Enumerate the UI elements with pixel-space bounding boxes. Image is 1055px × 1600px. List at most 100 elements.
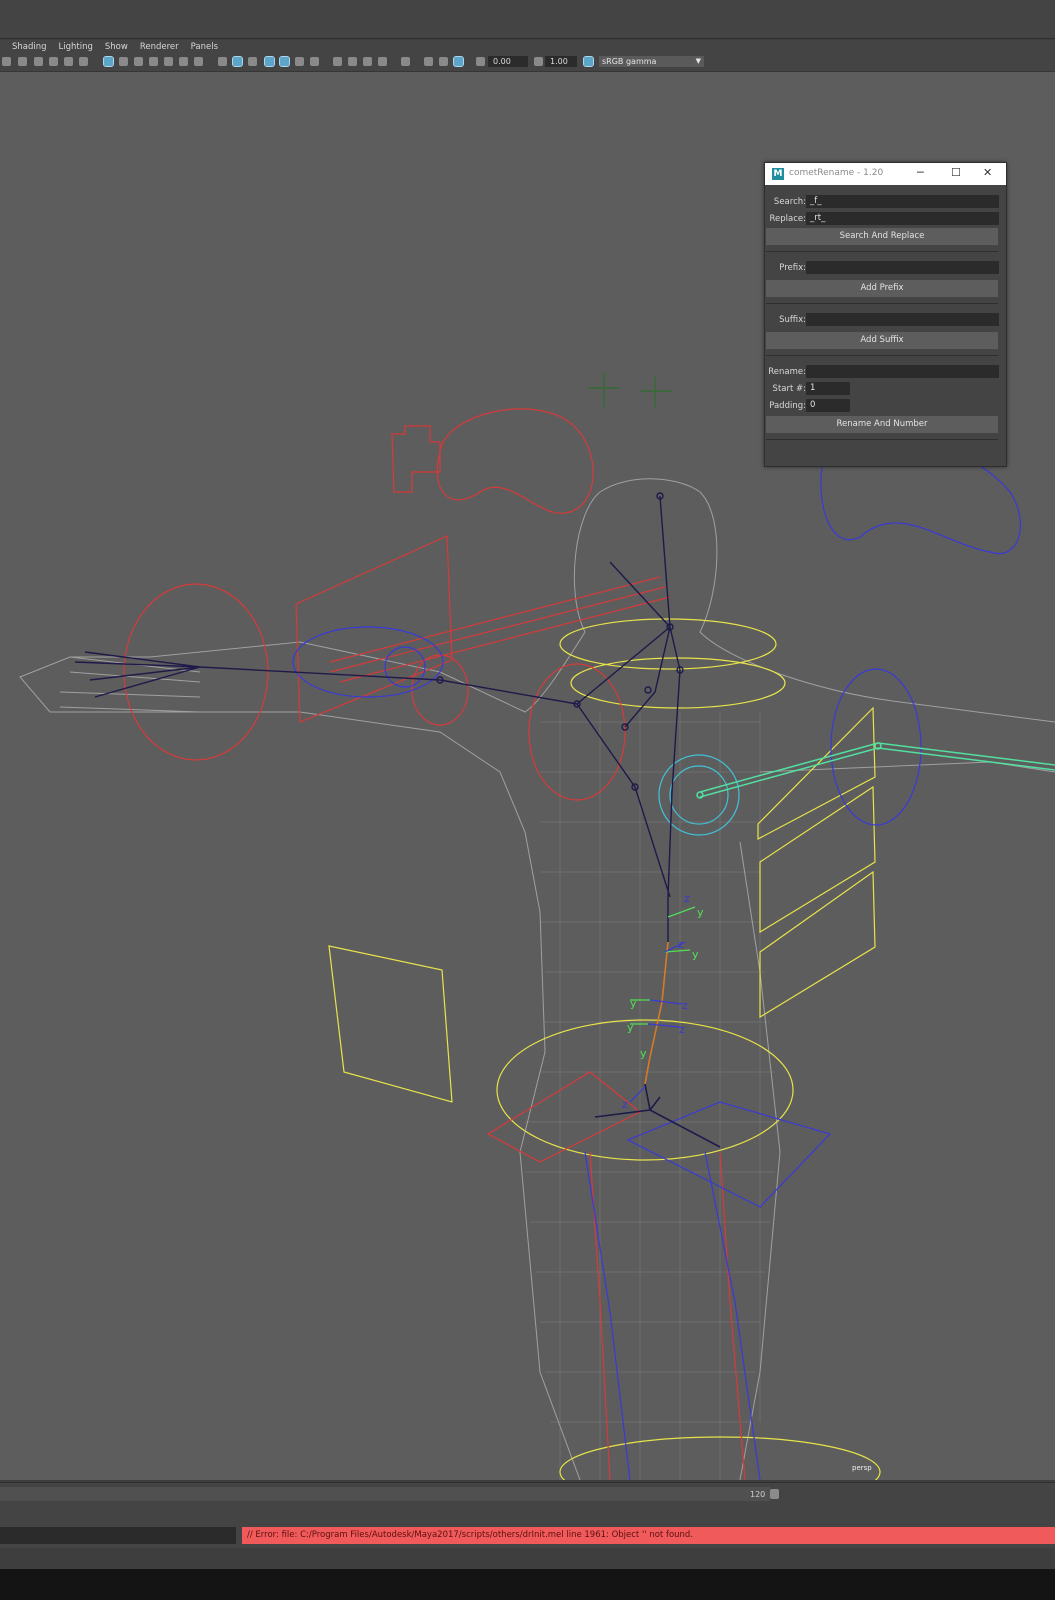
- xray-icon[interactable]: [424, 57, 433, 66]
- safe-title-icon[interactable]: [194, 57, 203, 66]
- padding-input[interactable]: 0: [806, 399, 850, 412]
- window-titlebar: M cometRename - 1.20 ─ ☐ ✕: [765, 163, 1006, 185]
- color-management-icon[interactable]: [583, 56, 594, 67]
- close-icon[interactable]: ✕: [983, 166, 992, 179]
- bookmark-icon[interactable]: [34, 57, 43, 66]
- suffix-input[interactable]: [806, 313, 999, 326]
- resolution-gate-icon[interactable]: [134, 57, 143, 66]
- film-gate-icon[interactable]: [119, 57, 128, 66]
- gate-mask-icon[interactable]: [149, 57, 158, 66]
- character-wireframe-mesh: [19, 478, 1055, 1480]
- rename-label: Rename:: [768, 367, 806, 377]
- textured-icon[interactable]: [279, 56, 290, 67]
- maya-logo-icon: M: [772, 168, 784, 180]
- window-title: cometRename - 1.20: [789, 168, 884, 178]
- motion-blur-icon[interactable]: [348, 57, 357, 66]
- rename-input[interactable]: [806, 365, 999, 378]
- menu-lighting[interactable]: Lighting: [59, 42, 93, 52]
- wireframe-icon[interactable]: [218, 57, 227, 66]
- lights-icon[interactable]: [295, 57, 304, 66]
- yellow-controls: [328, 618, 881, 1480]
- menu-panels[interactable]: Panels: [191, 42, 218, 52]
- axis-label: z: [682, 999, 688, 1012]
- axis-label: z: [679, 1023, 685, 1036]
- menu-renderer[interactable]: Renderer: [140, 42, 179, 52]
- gamma-field[interactable]: 1.00: [545, 56, 577, 67]
- rename-and-number-button[interactable]: Rename And Number: [766, 416, 998, 433]
- grid-icon[interactable]: [103, 56, 114, 67]
- prefix-input[interactable]: [806, 261, 999, 274]
- right-arm-bone: [696, 742, 1055, 799]
- add-suffix-button[interactable]: Add Suffix: [766, 332, 998, 349]
- shadows-icon[interactable]: [310, 57, 319, 66]
- image-plane-icon[interactable]: [49, 57, 58, 66]
- xray-joints-icon[interactable]: [453, 56, 464, 67]
- add-prefix-button[interactable]: Add Prefix: [766, 280, 998, 297]
- minimize-icon[interactable]: ─: [917, 166, 924, 179]
- divider: [766, 355, 998, 356]
- screen-space-ao-icon[interactable]: [333, 57, 342, 66]
- divider: [766, 303, 998, 304]
- script-error-message: // Error: file: C:/Program Files/Autodes…: [242, 1527, 1055, 1544]
- search-and-replace-button[interactable]: Search And Replace: [766, 228, 998, 245]
- exposure-icon[interactable]: [476, 57, 485, 66]
- view-transform-value: sRGB gamma: [602, 57, 657, 66]
- range-track[interactable]: [0, 1487, 770, 1501]
- taskbar-strip: [0, 1569, 1055, 1600]
- padding-label: Padding:: [769, 401, 806, 411]
- suffix-row: Suffix:: [765, 313, 1006, 328]
- spine-joints: [594, 941, 721, 1148]
- mel-command-input[interactable]: [0, 1527, 236, 1544]
- axis-label: y: [692, 948, 699, 961]
- range-slider[interactable]: 120: [0, 1482, 1055, 1507]
- search-label: Search:: [773, 197, 806, 207]
- suffix-label: Suffix:: [779, 315, 806, 325]
- axis-label: y: [640, 1047, 647, 1060]
- replace-label: Replace:: [769, 214, 807, 224]
- range-handle[interactable]: [770, 1489, 779, 1499]
- view-transform-dropdown[interactable]: sRGB gamma ▼: [599, 56, 704, 67]
- axis-label: y: [627, 1021, 634, 1034]
- depth-of-field-icon[interactable]: [378, 57, 387, 66]
- rename-row: Rename:: [765, 365, 1006, 380]
- replace-row: Replace: _rt_: [765, 212, 1006, 227]
- safe-action-icon[interactable]: [179, 57, 188, 66]
- wireframe-on-shaded-icon[interactable]: [264, 56, 275, 67]
- end-frame-value: 120: [750, 1490, 766, 1499]
- field-chart-icon[interactable]: [164, 57, 173, 66]
- axis-label: z: [684, 892, 690, 905]
- smooth-shade-icon[interactable]: [232, 56, 243, 67]
- comet-rename-window: M cometRename - 1.20 ─ ☐ ✕ Search: _f_ R…: [764, 162, 1007, 467]
- isolate-select-icon[interactable]: [401, 57, 410, 66]
- chevron-down-icon: ▼: [695, 57, 701, 65]
- search-input[interactable]: _f_: [806, 195, 999, 208]
- red-controls: [123, 408, 746, 1480]
- start-number-row: Start #: 1: [765, 382, 1006, 397]
- exposure-field[interactable]: 0.00: [488, 56, 528, 67]
- gamma-icon[interactable]: [534, 57, 543, 66]
- camera-select-icon[interactable]: [2, 57, 11, 66]
- divider: [766, 439, 998, 440]
- camera-label: persp: [852, 1464, 872, 1472]
- locator-crosses: [588, 373, 672, 407]
- maximize-icon[interactable]: ☐: [951, 166, 961, 179]
- menu-show[interactable]: Show: [105, 42, 128, 52]
- default-material-icon[interactable]: [248, 57, 257, 66]
- start-number-label: Start #:: [772, 384, 806, 394]
- menu-shading[interactable]: Shading: [12, 42, 47, 52]
- search-row: Search: _f_: [765, 195, 1006, 210]
- 2d-pan-zoom-icon[interactable]: [64, 57, 73, 66]
- replace-input[interactable]: _rt_: [806, 212, 999, 225]
- start-number-input[interactable]: 1: [806, 382, 850, 395]
- grease-pencil-icon[interactable]: [79, 57, 88, 66]
- xray-active-components-icon[interactable]: [439, 57, 448, 66]
- mesh-grid-hatching: [525, 712, 780, 1480]
- prefix-row: Prefix:: [765, 261, 1006, 276]
- panel-toolbar: 0.00 1.00 sRGB gamma ▼: [0, 53, 1055, 72]
- axis-label: z: [622, 1098, 628, 1111]
- anti-aliasing-icon[interactable]: [363, 57, 372, 66]
- divider: [766, 251, 998, 252]
- skeleton-joints: [74, 492, 684, 942]
- blue-controls: [292, 433, 1021, 1480]
- camera-attributes-icon[interactable]: [18, 57, 27, 66]
